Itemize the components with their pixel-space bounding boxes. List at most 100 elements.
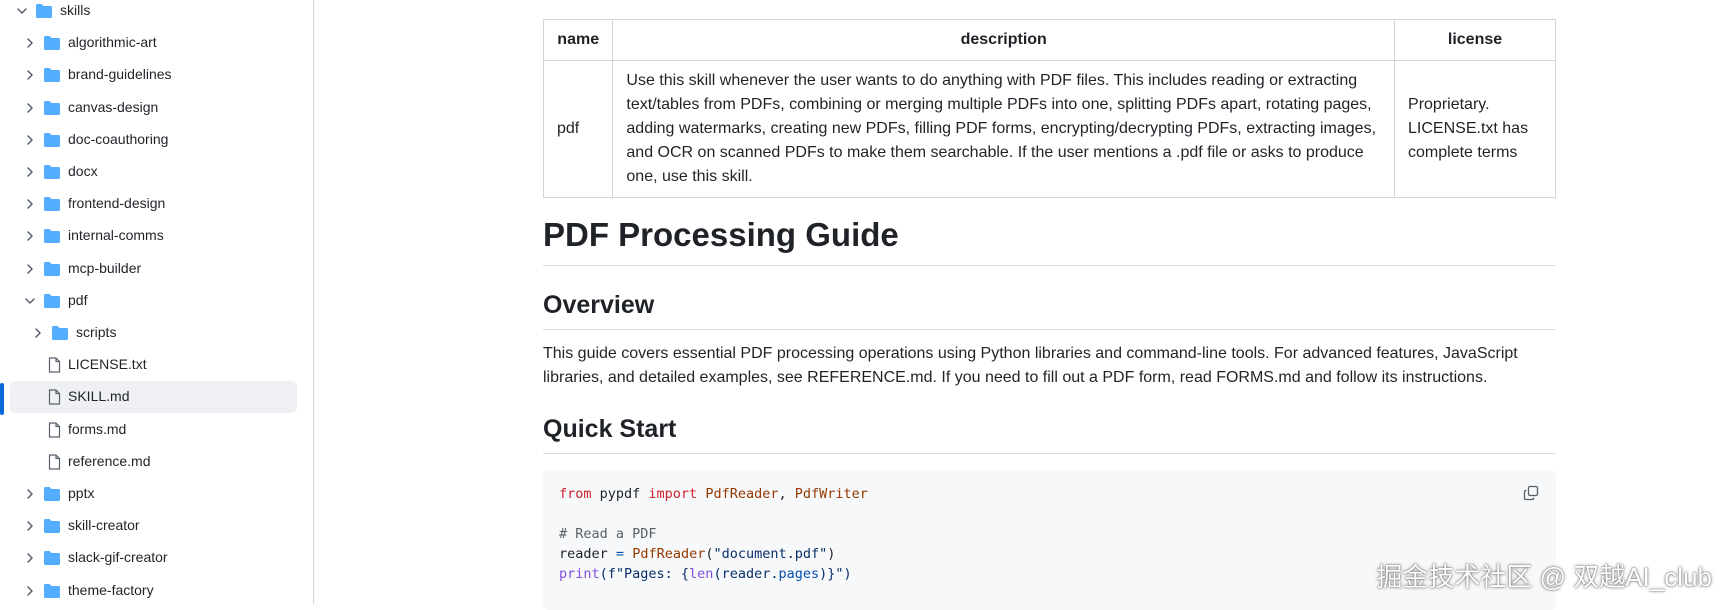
sidebar-item-skills[interactable]: skills <box>10 0 297 27</box>
sidebar-item-label: slack-gif-creator <box>68 549 168 566</box>
code-token: PdfWriter <box>794 486 868 502</box>
sidebar-item-forms-md[interactable]: forms.md <box>10 414 297 446</box>
sidebar-item-skill-md[interactable]: SKILL.md <box>10 381 297 414</box>
code-token: , <box>778 486 795 502</box>
folder-icon <box>44 519 60 534</box>
sidebar-item-theme-factory[interactable]: theme-factory <box>10 575 297 604</box>
chevron-right-icon[interactable] <box>24 488 36 500</box>
chevron-right-icon[interactable] <box>24 263 36 275</box>
frontmatter-table: name description license pdf Use this sk… <box>542 19 1556 198</box>
sidebar-item-internal-comms[interactable]: internal-comms <box>10 220 297 252</box>
code-token: reader <box>559 546 616 562</box>
folder-open-icon <box>44 293 60 308</box>
sidebar-item-label: skill-creator <box>68 517 140 534</box>
folder-icon <box>44 551 60 566</box>
sidebar-item-reference-md[interactable]: reference.md <box>10 446 297 478</box>
code-token: PdfReader <box>632 546 706 562</box>
folder-icon <box>44 165 60 179</box>
sidebar-item-algorithmic-art[interactable]: algorithmic-art <box>10 27 297 59</box>
sidebar-item-label: canvas-design <box>68 98 159 115</box>
selected-indicator <box>0 383 4 415</box>
sidebar-item-doc-coauthoring[interactable]: doc-coauthoring <box>10 124 297 156</box>
sidebar-item-label: reference.md <box>68 452 151 469</box>
sidebar-item-label: pdf <box>68 291 88 308</box>
table-row: pdf Use this skill whenever the user wan… <box>542 60 1556 198</box>
chevron-right-icon[interactable] <box>24 230 36 242</box>
chevron-right-icon[interactable] <box>24 198 36 210</box>
sidebar-item-label: docx <box>68 163 98 179</box>
chevron-down-icon[interactable] <box>16 5 28 17</box>
folder-icon <box>44 132 60 147</box>
sidebar-item-label: internal-comms <box>68 227 164 244</box>
code-token: = <box>615 546 625 562</box>
cell-name: pdf <box>542 60 614 198</box>
sidebar-item-label: doc-coauthoring <box>68 130 169 147</box>
folder-icon <box>44 487 60 501</box>
sidebar-item-label: mcp-builder <box>68 259 142 276</box>
folder-icon <box>44 261 60 276</box>
sidebar-item-label: theme-factory <box>68 581 154 598</box>
sidebar-item-label: frontend-design <box>68 195 166 212</box>
chevron-right-icon[interactable] <box>24 552 36 564</box>
sidebar-item-mcp-builder[interactable]: mcp-builder <box>10 253 297 285</box>
chevron-right-icon[interactable] <box>24 134 36 146</box>
sidebar-item-pptx[interactable]: pptx <box>10 478 297 510</box>
sidebar-item-label: pptx <box>68 485 95 501</box>
code-content[interactable]: from pypdf import PdfReader, PdfWriter #… <box>559 484 868 584</box>
chevron-right-icon[interactable] <box>32 327 44 339</box>
chevron-down-icon[interactable] <box>24 295 36 307</box>
file-icon <box>48 421 61 438</box>
code-token: PdfReader <box>705 486 779 502</box>
code-token: from <box>559 486 592 502</box>
sidebar-item-brand-guidelines[interactable]: brand-guidelines <box>10 59 297 91</box>
folder-icon <box>44 68 60 83</box>
overview-heading: Overview <box>543 287 1556 330</box>
code-token: (reader. <box>713 566 779 582</box>
folder-icon <box>44 229 60 244</box>
file-icon <box>48 389 61 405</box>
sidebar-item-canvas-design[interactable]: canvas-design <box>10 92 297 124</box>
sidebar-item-label: scripts <box>76 324 117 340</box>
copy-icon <box>1523 485 1539 501</box>
chevron-right-icon[interactable] <box>24 37 36 49</box>
sidebar-item-docx[interactable]: docx <box>10 156 297 188</box>
sidebar-item-frontend-design[interactable]: frontend-design <box>10 188 297 220</box>
copy-button[interactable] <box>1520 482 1542 504</box>
overview-paragraph: This guide covers essential PDF processi… <box>543 345 1518 386</box>
markdown-content: name description license pdf Use this sk… <box>330 0 1730 610</box>
folder-icon <box>44 197 60 212</box>
chevron-right-icon[interactable] <box>24 102 36 114</box>
code-token: pages <box>778 566 820 582</box>
sidebar-item-license-txt[interactable]: LICENSE.txt <box>10 349 297 381</box>
sidebar-item-label: forms.md <box>68 420 127 437</box>
page-title: PDF Processing Guide <box>543 209 1556 266</box>
header-name: name <box>542 19 614 61</box>
sidebar-item-label: SKILL.md <box>68 388 130 405</box>
sidebar-item-label: brand-guidelines <box>68 66 172 83</box>
chevron-right-icon[interactable] <box>24 69 36 81</box>
sidebar-item-scripts[interactable]: scripts <box>10 317 297 349</box>
folder-icon <box>44 100 60 115</box>
code-token: print <box>559 566 600 582</box>
code-token: ) <box>827 546 836 562</box>
sidebar-item-pdf[interactable]: pdf <box>10 285 297 317</box>
chevron-right-icon[interactable] <box>24 166 36 178</box>
code-token: "document.pdf" <box>713 546 828 562</box>
sidebar-item-label: skills <box>60 2 91 18</box>
chevron-right-icon[interactable] <box>24 520 36 532</box>
code-token: import <box>648 486 698 502</box>
code-token: (f"Pages: { <box>599 566 690 582</box>
sidebar-item-skill-creator[interactable]: skill-creator <box>10 510 297 542</box>
sidebar-item-slack-gif-creator[interactable]: slack-gif-creator <box>10 542 297 574</box>
chevron-right-icon[interactable] <box>24 585 36 597</box>
folder-icon <box>52 326 68 340</box>
watermark: 掘金技术社区 @ 双越AI_club <box>1376 562 1712 592</box>
header-description: description <box>612 19 1396 61</box>
quick-start-heading: Quick Start <box>543 411 1556 454</box>
header-license: license <box>1394 19 1556 61</box>
sidebar-item-label: algorithmic-art <box>68 34 157 51</box>
folder-icon <box>44 583 60 598</box>
folder-open-icon <box>36 4 52 18</box>
file-tree-sidebar: skills algorithmic-art brand-guidelines can… <box>0 0 314 604</box>
